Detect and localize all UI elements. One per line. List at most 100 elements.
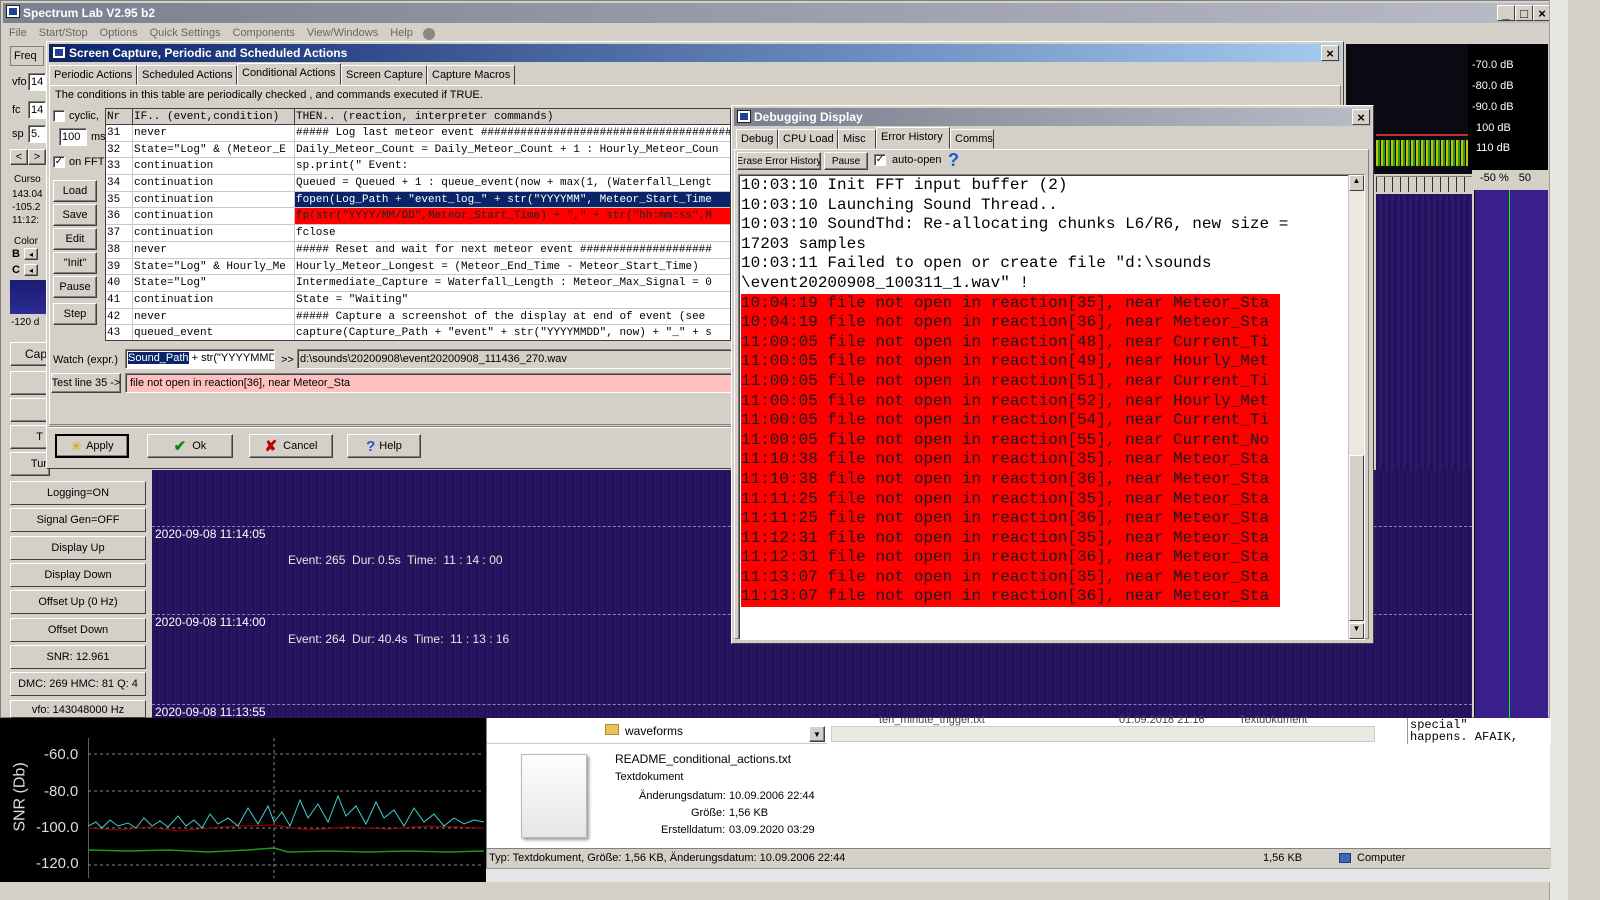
table-cell-nr[interactable]: 38 bbox=[106, 241, 133, 258]
table-cell-if[interactable]: continuation bbox=[133, 225, 295, 241]
table-cell-then[interactable]: Daily_Meteor_Count = Daily_Meteor_Count … bbox=[295, 142, 730, 158]
folder-scroll-down[interactable]: ▼ bbox=[809, 726, 825, 742]
table-cell-then[interactable]: Intermediate_Capture = Waterfall_Length … bbox=[295, 275, 730, 291]
scroll-thumb[interactable] bbox=[1349, 455, 1364, 621]
table-row[interactable]: 42 never ##### Capture a screenshot of the… bbox=[106, 308, 730, 326]
table-cell-then[interactable]: fp(str("YYYY/MM/DD",Meteor_Start_Time) +… bbox=[295, 208, 730, 225]
menu-file[interactable]: File bbox=[9, 27, 27, 43]
fc-field[interactable]: 14 bbox=[28, 101, 46, 119]
column-header-then[interactable]: THEN.. (reaction, interpreter commands) bbox=[295, 109, 730, 124]
load-button[interactable]: Load bbox=[53, 180, 97, 202]
tab-capture-macros[interactable]: Capture Macros bbox=[427, 65, 515, 85]
table-cell-if[interactable]: State="Log" & Hourly_Me bbox=[133, 258, 295, 275]
table-cell-if[interactable]: continuation bbox=[133, 208, 295, 225]
table-cell-if[interactable]: State="Log" bbox=[133, 275, 295, 291]
cyclic-checkbox[interactable] bbox=[53, 110, 65, 122]
table-cell-nr[interactable]: 33 bbox=[106, 158, 133, 175]
right-scrollbar[interactable] bbox=[1549, 0, 1568, 900]
cancel-button[interactable]: ✘ Cancel bbox=[249, 434, 333, 458]
color-palette[interactable] bbox=[10, 280, 46, 314]
table-cell-nr[interactable]: 36 bbox=[106, 208, 133, 225]
maximize-button[interactable]: □ bbox=[1515, 5, 1533, 21]
table-cell-if[interactable]: State="Log" & (Meteor_E bbox=[133, 141, 295, 158]
table-cell-if[interactable]: continuation bbox=[133, 191, 295, 208]
table-cell-then[interactable]: fopen(Log_Path + "event_log_" + str("YYY… bbox=[295, 191, 730, 208]
minimize-button[interactable]: _ bbox=[1497, 5, 1515, 21]
table-cell-then[interactable]: Hourly_Meteor_Longest = (Meteor_End_Time… bbox=[295, 259, 730, 275]
table-cell-then[interactable]: ##### Log last meteor event ############… bbox=[295, 125, 730, 141]
side-button-blank-1[interactable] bbox=[10, 371, 50, 395]
side-button-tur[interactable]: Tur bbox=[10, 452, 50, 476]
main-titlebar[interactable]: Spectrum Lab V2.95 b2 bbox=[3, 3, 1549, 23]
snr-plot[interactable]: SNR (Db) -60.0 -80.0 -100.0 -120.0 bbox=[0, 718, 486, 882]
sp-field[interactable]: 5. bbox=[28, 125, 46, 143]
capture-close-button[interactable]: × bbox=[1321, 45, 1339, 61]
erase-error-history-button[interactable]: Erase Error History bbox=[737, 152, 821, 170]
table-cell-then[interactable]: sp.print(" Event: bbox=[295, 158, 730, 174]
arrow-left-button[interactable]: < bbox=[10, 149, 28, 165]
table-cell-then[interactable]: ##### Reset and wait for next meteor eve… bbox=[295, 242, 730, 258]
snr-button[interactable]: SNR: 12.961 bbox=[10, 645, 146, 669]
table-cell-if[interactable]: never bbox=[133, 241, 295, 258]
table-cell-nr[interactable]: 43 bbox=[106, 325, 133, 340]
table-row[interactable]: 35 continuation fopen(Log_Path + "event_lo… bbox=[106, 191, 730, 209]
table-cell-then[interactable]: State = "Waiting" bbox=[295, 292, 730, 308]
debug-titlebar[interactable]: Debugging Display bbox=[734, 108, 1371, 126]
table-row[interactable]: 40 State="Log" Intermediate_Capture = Wate… bbox=[106, 275, 730, 292]
table-cell-if[interactable]: never bbox=[133, 308, 295, 325]
vfo-field[interactable]: 14 bbox=[28, 73, 46, 91]
table-row[interactable]: 33 continuation sp.print(" Event: bbox=[106, 158, 730, 176]
table-cell-nr[interactable]: 41 bbox=[106, 291, 133, 308]
table-cell-if[interactable]: queued_event bbox=[133, 325, 295, 340]
save-button[interactable]: Save bbox=[53, 204, 97, 226]
offset-up-button[interactable]: Offset Up (0 Hz) bbox=[10, 590, 146, 614]
debug-pause-button[interactable]: Pause bbox=[824, 152, 868, 170]
scroll-up-arrow[interactable]: ▲ bbox=[1349, 175, 1364, 191]
table-cell-if[interactable]: continuation bbox=[133, 175, 295, 191]
tab-conditional-actions[interactable]: Conditional Actions bbox=[237, 63, 341, 85]
b-left-button[interactable]: ◂ bbox=[24, 248, 38, 260]
capture-button[interactable]: Cap bbox=[10, 342, 50, 366]
table-cell-if[interactable]: continuation bbox=[133, 291, 295, 308]
file-row-name[interactable]: ten_minute_trigger.txt bbox=[879, 714, 985, 726]
edit-button[interactable]: Edit bbox=[53, 228, 97, 250]
pause-button[interactable]: Pause bbox=[53, 276, 97, 298]
log-scrollbar[interactable]: ▲ ▼ bbox=[1348, 175, 1364, 639]
tab-cpu-load[interactable]: CPU Load bbox=[778, 129, 838, 149]
tab-misc[interactable]: Misc bbox=[838, 129, 876, 149]
logging-button[interactable]: Logging=ON bbox=[10, 481, 146, 505]
on-fft-checkbox[interactable]: ✓ bbox=[53, 156, 65, 168]
table-cell-nr[interactable]: 40 bbox=[106, 275, 133, 291]
error-log-view[interactable]: 10:03:10 Init FFT input buffer (2) 10:03:… bbox=[738, 174, 1365, 640]
tab-freq[interactable]: Freq bbox=[10, 46, 44, 66]
folder-waveforms[interactable]: waveforms bbox=[625, 724, 683, 738]
side-button-blank-2[interactable] bbox=[10, 398, 50, 422]
file-hscrollbar[interactable] bbox=[831, 726, 1375, 742]
table-row[interactable]: 32 State="Log" & (Meteor_E Daily_Meteor_Co… bbox=[106, 141, 730, 159]
table-cell-if[interactable]: continuation bbox=[133, 158, 295, 175]
level-meter[interactable] bbox=[1474, 190, 1548, 718]
capture-titlebar[interactable]: Screen Capture, Periodic and Scheduled A… bbox=[49, 44, 1341, 62]
signal-gen-button[interactable]: Signal Gen=OFF bbox=[10, 508, 146, 532]
display-up-button[interactable]: Display Up bbox=[10, 536, 146, 560]
table-row[interactable]: 38 never ##### Reset and wait for next met… bbox=[106, 241, 730, 259]
test-line-button[interactable]: Test line 35 -> bbox=[51, 373, 121, 393]
vfo-button[interactable]: vfo: 143048000 Hz bbox=[10, 700, 146, 718]
scroll-down-arrow[interactable]: ▼ bbox=[1349, 623, 1364, 639]
table-cell-then[interactable]: fclose bbox=[295, 225, 730, 241]
side-button-t[interactable]: T bbox=[10, 425, 50, 449]
column-header-if[interactable]: IF.. (event,condition) bbox=[133, 109, 295, 124]
table-row[interactable]: 36 continuation fp(str("YYYY/MM/DD",Meteor… bbox=[106, 208, 730, 226]
help-button[interactable]: ? Help bbox=[347, 434, 421, 458]
tab-debug[interactable]: Debug bbox=[736, 129, 778, 149]
ok-button[interactable]: ✔ Ok bbox=[147, 434, 233, 458]
table-row[interactable]: 41 continuation State = "Waiting" bbox=[106, 291, 730, 309]
waterfall-right[interactable] bbox=[1376, 194, 1472, 470]
table-cell-then[interactable]: Queued = Queued + 1 : queue_event(now + … bbox=[295, 175, 730, 191]
interval-input[interactable]: 100 bbox=[59, 128, 87, 146]
c-left-button[interactable]: ◂ bbox=[24, 264, 38, 276]
display-down-button[interactable]: Display Down bbox=[10, 563, 146, 587]
tab-periodic-actions[interactable]: Periodic Actions bbox=[49, 65, 137, 85]
table-cell-nr[interactable]: 31 bbox=[106, 125, 133, 141]
table-cell-nr[interactable]: 32 bbox=[106, 141, 133, 158]
